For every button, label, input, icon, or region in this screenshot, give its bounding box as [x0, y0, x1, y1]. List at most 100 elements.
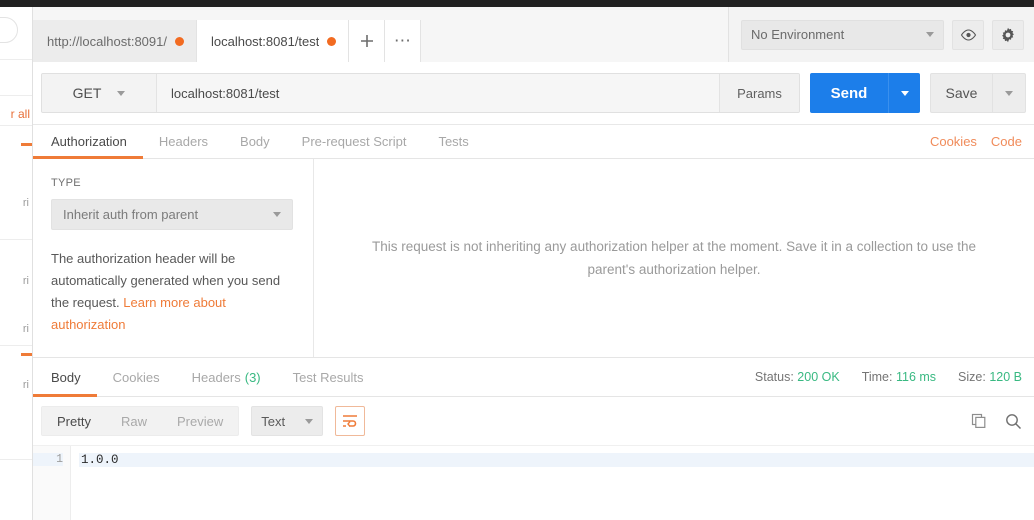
http-method-label: GET — [72, 85, 102, 101]
save-button[interactable]: Save — [930, 73, 992, 113]
view-pretty-button[interactable]: Pretty — [42, 407, 106, 435]
tab-tests[interactable]: Tests — [422, 125, 484, 158]
word-wrap-button[interactable] — [335, 406, 366, 436]
auth-help-text: The authorization header will be automat… — [51, 248, 291, 336]
code-line: 1.0.0 — [79, 453, 1034, 467]
postman-window: r all ri ri ri ri http://localhost:8091/… — [0, 0, 1034, 520]
request-tabs-links: Cookies Code — [930, 125, 1034, 158]
eye-icon — [960, 28, 976, 41]
send-options-button[interactable] — [888, 73, 920, 113]
unsaved-dot-icon — [327, 36, 337, 46]
send-group: Send — [810, 73, 920, 113]
response-meta: Status: 200 OK Time: 116 ms Size: 120 B — [755, 358, 1034, 396]
http-method-select[interactable]: GET — [42, 74, 157, 112]
sidebar-clear-all-link[interactable]: r all — [11, 107, 30, 121]
new-tab-button[interactable] — [349, 20, 386, 62]
headers-count-badge: (3) — [244, 369, 261, 385]
sidebar-search-icon[interactable] — [0, 17, 18, 43]
url-bar: GET localhost:8081/test Params Send Save — [33, 62, 1034, 125]
time-label: Time: — [861, 370, 893, 384]
request-tab-2[interactable]: localhost:8081/test — [196, 20, 350, 62]
copy-button[interactable] — [971, 413, 987, 429]
search-icon — [1006, 413, 1022, 429]
status-value: 200 OK — [797, 370, 840, 384]
line-number: 1 — [33, 453, 63, 466]
url-value: localhost:8081/test — [171, 85, 280, 101]
size-label: Size: — [958, 370, 986, 384]
response-toolbar: Pretty Raw Preview Text — [33, 397, 1034, 445]
tab-options-button[interactable]: ⋯ — [385, 20, 422, 62]
tab-pre-request-script[interactable]: Pre-request Script — [286, 125, 423, 158]
response-toolbar-actions — [971, 413, 1022, 430]
unsaved-dot-icon — [174, 36, 184, 46]
status-group: Status: 200 OK — [755, 370, 840, 384]
save-group: Save — [930, 73, 1026, 113]
response-tab-body[interactable]: Body — [33, 358, 97, 397]
request-tab-label: http://localhost:8091/ — [47, 33, 167, 49]
sidebar-item-label: ri — [22, 323, 29, 335]
params-button[interactable]: Params — [719, 74, 799, 112]
size-value: 120 B — [989, 370, 1022, 384]
environment-select[interactable]: No Environment — [741, 19, 944, 50]
request-tab-1[interactable]: http://localhost:8091/ — [33, 20, 197, 62]
tab-authorization[interactable]: Authorization — [33, 125, 143, 159]
request-tabs-zone: http://localhost:8091/ localhost:8081/te… — [33, 7, 729, 62]
auth-type-value: Inherit auth from parent — [63, 207, 199, 222]
main-panel: http://localhost:8091/ localhost:8081/te… — [33, 7, 1034, 520]
environment-zone: No Environment — [729, 7, 1034, 62]
tab-bar: http://localhost:8091/ localhost:8081/te… — [33, 7, 1034, 62]
chevron-down-icon — [900, 90, 909, 96]
response-format-select[interactable]: Text — [251, 406, 324, 436]
auth-inherit-notice: This request is not inheriting any autho… — [371, 239, 977, 277]
response-view-switch: Pretty Raw Preview — [41, 406, 240, 436]
cookies-link[interactable]: Cookies — [930, 134, 977, 149]
request-tab-label: localhost:8081/test — [210, 33, 320, 49]
settings-button[interactable] — [992, 19, 1024, 50]
response-tab-test-results[interactable]: Test Results — [277, 358, 380, 396]
time-group: Time: 116 ms — [862, 370, 936, 384]
sidebar-active-accent — [21, 353, 32, 356]
sidebar-item-label: ri — [22, 379, 29, 391]
tab-headers[interactable]: Headers — [143, 125, 224, 158]
sidebar-active-accent — [21, 143, 32, 146]
save-options-button[interactable] — [992, 73, 1026, 113]
code-link[interactable]: Code — [991, 134, 1022, 149]
environment-quick-look-button[interactable] — [952, 19, 984, 50]
chevron-down-icon — [117, 90, 126, 96]
authorization-right-column: This request is not inheriting any autho… — [314, 159, 1034, 357]
search-button[interactable] — [1005, 413, 1022, 430]
url-group: GET localhost:8081/test Params — [41, 73, 800, 113]
sidebar-sliver: r all ri ri ri ri — [0, 7, 33, 520]
environment-selected-label: No Environment — [751, 27, 845, 42]
copy-icon — [971, 413, 986, 429]
auth-type-select[interactable]: Inherit auth from parent — [51, 199, 293, 230]
authorization-pane: TYPE Inherit auth from parent The author… — [33, 159, 1034, 358]
size-group: Size: 120 B — [958, 370, 1022, 384]
view-preview-button[interactable]: Preview — [162, 407, 238, 435]
auth-type-label: TYPE — [51, 177, 81, 189]
chevron-down-icon — [305, 418, 314, 424]
chevron-down-icon — [926, 32, 934, 37]
response-tab-headers[interactable]: Headers (3) — [176, 358, 277, 396]
authorization-left-column: TYPE Inherit auth from parent The author… — [33, 159, 314, 357]
sidebar-item-label: ri — [22, 197, 29, 209]
sidebar-item-label: ri — [22, 275, 29, 287]
request-section-tabs: Authorization Headers Body Pre-request S… — [33, 125, 1034, 159]
word-wrap-icon — [343, 415, 358, 427]
send-button[interactable]: Send — [810, 73, 888, 113]
response-format-value: Text — [261, 413, 286, 429]
response-section-tabs: Body Cookies Headers (3) Test Results St… — [33, 358, 1034, 397]
response-tab-headers-label: Headers — [191, 369, 241, 385]
response-body-viewer[interactable]: 1 1.0.0 — [33, 445, 1034, 520]
time-value: 116 ms — [895, 370, 937, 384]
tab-body[interactable]: Body — [224, 125, 286, 158]
url-input[interactable]: localhost:8081/test — [157, 74, 719, 112]
window-titlebar — [0, 0, 1034, 7]
response-tab-cookies[interactable]: Cookies — [97, 358, 176, 396]
status-label: Status: — [754, 370, 794, 384]
line-number-gutter: 1 — [33, 446, 71, 520]
response-body-code[interactable]: 1.0.0 — [71, 446, 1034, 520]
view-raw-button[interactable]: Raw — [106, 407, 162, 435]
chevron-down-icon — [273, 212, 281, 217]
gear-icon — [1002, 27, 1014, 42]
